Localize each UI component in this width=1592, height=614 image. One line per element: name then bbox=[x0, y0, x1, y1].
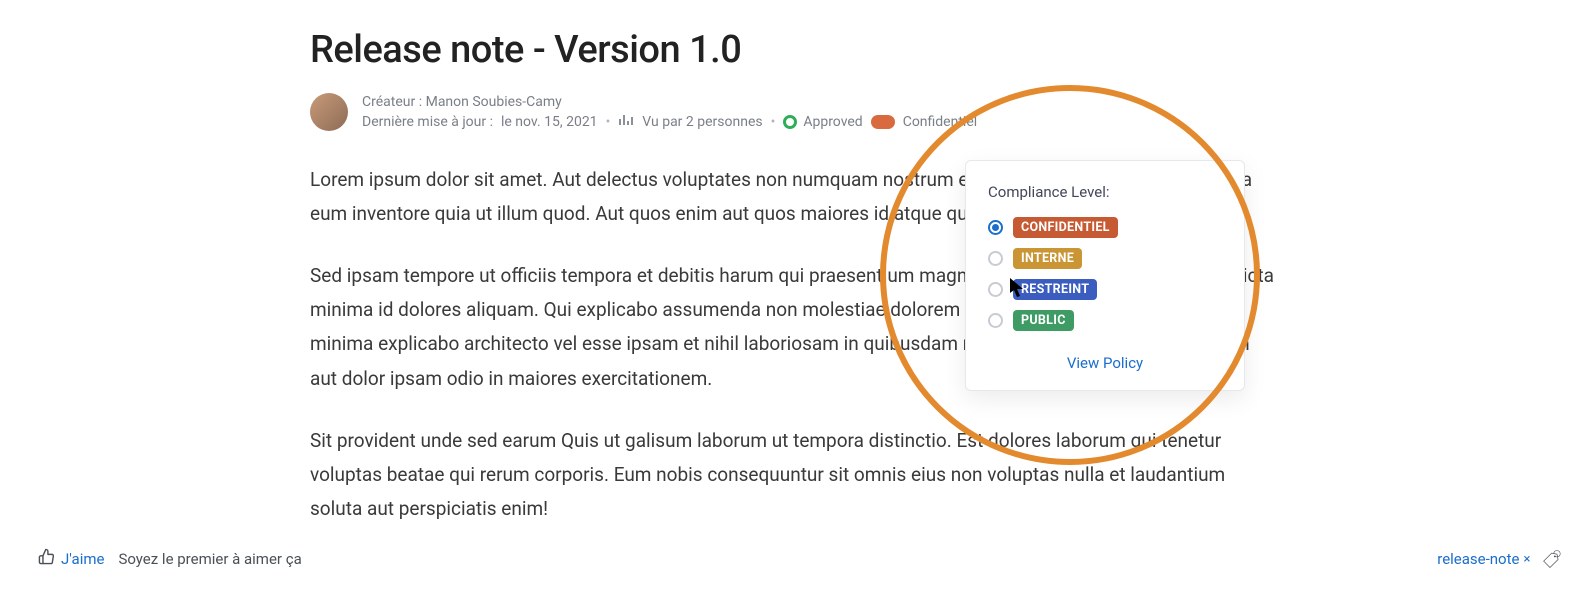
creator-label: Créateur : bbox=[362, 94, 422, 110]
confidential-label: Confidentiel bbox=[903, 112, 977, 132]
thumbs-up-icon bbox=[38, 548, 55, 570]
footer-left: J'aime Soyez le premier à aimer ça bbox=[38, 548, 302, 570]
analytics-icon[interactable] bbox=[618, 112, 634, 132]
compliance-title: Compliance Level: bbox=[988, 183, 1222, 201]
meta-line-2: Dernière mise à jour : le nov. 15, 2021 … bbox=[362, 112, 977, 132]
page-title: Release note - Version 1.0 bbox=[310, 28, 1280, 72]
separator: • bbox=[771, 112, 776, 132]
compliance-tag: CONFIDENTIEL bbox=[1013, 217, 1118, 238]
radio-icon[interactable] bbox=[988, 251, 1003, 266]
separator: • bbox=[606, 112, 611, 132]
like-label: J'aime bbox=[61, 550, 104, 568]
compliance-option-confidentiel[interactable]: CONFIDENTIEL bbox=[988, 217, 1222, 238]
compliance-levels: CONFIDENTIEL INTERNE RESTREINT PUBLIC bbox=[988, 217, 1222, 331]
compliance-option-interne[interactable]: INTERNE bbox=[988, 248, 1222, 269]
page-footer: J'aime Soyez le premier à aimer ça relea… bbox=[38, 548, 1562, 570]
compliance-tag: PUBLIC bbox=[1013, 310, 1074, 331]
approved-label: Approved bbox=[803, 112, 862, 132]
compliance-tag: INTERNE bbox=[1013, 248, 1082, 269]
creator-line: Créateur : Manon Soubies-Camy bbox=[362, 92, 977, 112]
tag-icon[interactable]: 🏷 bbox=[1541, 548, 1561, 570]
like-button[interactable]: J'aime bbox=[38, 548, 104, 570]
paragraph-3: Sit provident unde sed earum Quis ut gal… bbox=[310, 424, 1280, 527]
compliance-popover: Compliance Level: CONFIDENTIEL INTERNE RES… bbox=[965, 160, 1245, 391]
meta-text: Créateur : Manon Soubies-Camy Dernière m… bbox=[362, 92, 977, 133]
view-policy-link[interactable]: View Policy bbox=[1067, 354, 1143, 372]
compliance-option-public[interactable]: PUBLIC bbox=[988, 310, 1222, 331]
compliance-option-restreint[interactable]: RESTREINT bbox=[988, 279, 1222, 300]
compliance-tag: RESTREINT bbox=[1013, 279, 1097, 300]
radio-icon[interactable] bbox=[988, 220, 1003, 235]
updated-label: Dernière mise à jour : bbox=[362, 112, 493, 132]
tag-chip[interactable]: release-note × bbox=[1437, 550, 1530, 568]
approved-badge[interactable]: Approved bbox=[783, 112, 862, 132]
footer-right: release-note × 🏷 bbox=[1437, 549, 1562, 569]
avatar[interactable] bbox=[310, 93, 348, 131]
radio-icon[interactable] bbox=[988, 282, 1003, 297]
approved-icon bbox=[783, 115, 797, 129]
confidential-badge[interactable]: Confidentiel bbox=[871, 112, 977, 132]
radio-icon[interactable] bbox=[988, 313, 1003, 328]
view-policy-row: View Policy bbox=[988, 353, 1222, 372]
views-text[interactable]: Vu par 2 personnes bbox=[642, 112, 762, 132]
confidential-icon bbox=[871, 115, 895, 129]
creator-name[interactable]: Manon Soubies-Camy bbox=[426, 94, 562, 110]
like-hint: Soyez le premier à aimer ça bbox=[118, 550, 301, 568]
tag-label: release-note bbox=[1437, 550, 1519, 568]
tag-remove-icon[interactable]: × bbox=[1523, 552, 1530, 567]
updated-value: le nov. 15, 2021 bbox=[501, 112, 598, 132]
meta-row: Créateur : Manon Soubies-Camy Dernière m… bbox=[310, 92, 1280, 133]
